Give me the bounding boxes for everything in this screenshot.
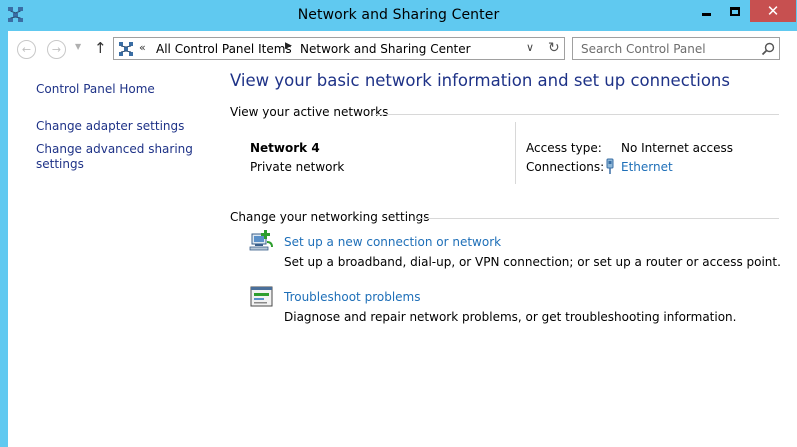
search-input[interactable]: Search Control Panel	[581, 42, 706, 56]
active-networks-divider	[375, 114, 779, 115]
setup-new-connection-link[interactable]: Set up a new connection or network	[284, 235, 501, 249]
change-adapter-settings-link[interactable]: Change adapter settings	[36, 119, 184, 134]
window-title: Network and Sharing Center	[297, 7, 500, 23]
recent-locations-chevron-down-icon[interactable]: ▼	[75, 42, 81, 51]
title-bar[interactable]: Network and Sharing Center ✕	[0, 0, 797, 31]
search-box[interactable]: Search Control Panel	[572, 37, 780, 60]
client-area: ← → ▼ ↑ « All Control Panel Items ▶ Netw…	[8, 31, 797, 447]
troubleshoot-icon	[250, 286, 273, 307]
breadcrumb-network-and-sharing-center[interactable]: Network and Sharing Center	[300, 42, 471, 56]
network-name: Network 4	[250, 141, 320, 155]
address-history-chevron-down-icon[interactable]: ∨	[526, 41, 534, 54]
up-arrow-icon: ↑	[94, 39, 107, 57]
control-panel-icon	[119, 42, 133, 56]
maximize-button[interactable]	[721, 0, 749, 22]
address-overflow-icon[interactable]: «	[139, 41, 146, 54]
maximize-icon	[730, 6, 740, 16]
close-button[interactable]: ✕	[750, 0, 796, 22]
ethernet-icon	[606, 158, 614, 174]
network-info-divider	[515, 122, 516, 184]
troubleshoot-problems-description: Diagnose and repair network problems, or…	[284, 310, 737, 324]
up-button[interactable]: ↑	[94, 39, 107, 57]
access-type-value: No Internet access	[621, 141, 734, 155]
access-type-label: Access type:	[526, 141, 602, 155]
connections-label: Connections:	[526, 160, 605, 174]
minimize-icon	[701, 12, 711, 16]
setup-new-connection-description: Set up a broadband, dial-up, or VPN conn…	[284, 255, 781, 269]
navigation-bar: ← → ▼ ↑ « All Control Panel Items ▶ Netw…	[8, 31, 797, 66]
new-connection-icon	[249, 230, 273, 251]
change-advanced-sharing-settings-link[interactable]: Change advanced sharing settings	[36, 142, 196, 172]
main-content: View your basic network information and …	[213, 66, 797, 447]
control-panel-home-link[interactable]: Control Panel Home	[36, 82, 155, 97]
breadcrumb-separator-icon[interactable]: ▶	[285, 41, 292, 51]
left-pane: Control Panel Home Change adapter settin…	[8, 66, 213, 447]
address-bar[interactable]: « All Control Panel Items ▶ Network and …	[113, 37, 565, 60]
ethernet-connection-link[interactable]: Ethernet	[621, 160, 673, 174]
minimize-button[interactable]	[692, 0, 720, 22]
active-networks-label: View your active networks	[230, 105, 389, 119]
network-type: Private network	[250, 160, 345, 174]
window: Network and Sharing Center ✕ ← → ▼ ↑ « A…	[0, 0, 797, 447]
page-title: View your basic network information and …	[230, 71, 730, 90]
refresh-icon[interactable]: ↻	[548, 40, 560, 56]
change-settings-divider	[415, 218, 779, 219]
troubleshoot-problems-link[interactable]: Troubleshoot problems	[284, 290, 420, 304]
change-settings-label: Change your networking settings	[230, 210, 430, 224]
breadcrumb-all-control-panel-items[interactable]: All Control Panel Items	[156, 42, 292, 56]
forward-arrow-icon: →	[51, 43, 62, 56]
close-icon: ✕	[766, 1, 780, 20]
back-arrow-icon: ←	[21, 43, 32, 56]
forward-button[interactable]: →	[47, 40, 66, 59]
back-button[interactable]: ←	[17, 40, 36, 59]
search-icon[interactable]	[761, 42, 775, 56]
